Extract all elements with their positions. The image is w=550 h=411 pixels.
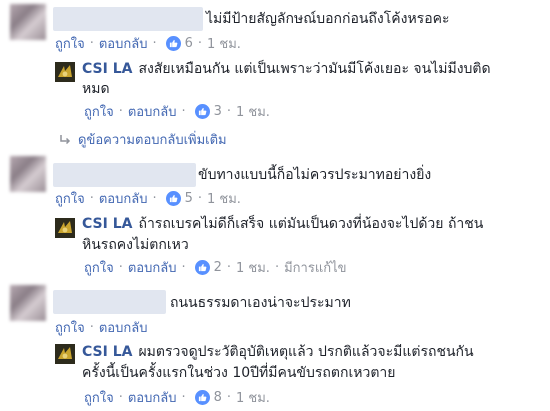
separator: · (181, 259, 186, 275)
separator: · (152, 190, 157, 206)
commenter-avatar[interactable] (10, 285, 46, 321)
comment-actions: ถูกใจ · ตอบกลับ · 6 · 1 ชม. (55, 34, 241, 52)
reply-text-line1: สงสัยเหมือนกัน แต่เป็นเพราะว่ามันมีโค้งเ… (138, 61, 491, 77)
separator: · (181, 103, 186, 119)
reply-link[interactable]: ตอบกลับ (128, 257, 177, 278)
reply-actions: ถูกใจ · ตอบกลับ · 2 · 1 ชม. · มีการแก้ไข (84, 258, 347, 276)
separator: · (152, 35, 157, 51)
reply-text-line2: หมด (82, 81, 110, 97)
separator: · (226, 389, 232, 405)
reply-text-line2: หินรถคงไม่ตกเหว (82, 237, 189, 253)
reply-link[interactable]: ตอบกลับ (99, 33, 148, 54)
separator: · (226, 259, 232, 275)
like-link[interactable]: ถูกใจ (84, 101, 114, 122)
edited-link[interactable]: มีการแก้ไข (284, 257, 346, 278)
comment-actions: ถูกใจ · ตอบกลับ (55, 318, 147, 336)
like-link[interactable]: ถูกใจ (55, 188, 85, 209)
like-count-badge[interactable]: 8 (194, 389, 222, 405)
separator: · (118, 389, 123, 405)
like-count-badge[interactable]: 5 (165, 190, 193, 206)
reply-link[interactable]: ตอบกลับ (99, 317, 148, 338)
thumbs-up-icon (165, 190, 181, 206)
csi-la-avatar[interactable] (55, 218, 75, 238)
separator: · (274, 259, 280, 275)
timestamp[interactable]: 1 ชม. (236, 257, 270, 278)
reply-author[interactable]: CSI LA (82, 61, 132, 77)
reply-text-line1: ผมตรวจดูประวัติอุบัติเหตุแล้ว ปรกติแล้วจ… (138, 344, 474, 360)
like-count-badge[interactable]: 2 (194, 259, 222, 275)
reply-text: CSI LA สงสัยเหมือนกัน แต่เป็นเพราะว่ามันม… (82, 59, 491, 79)
csi-la-avatar[interactable] (55, 62, 75, 82)
separator: · (118, 103, 123, 119)
comment-text: ไม่มีป้ายสัญลักษณ์บอกก่อนถึงโค้งหรอคะ (206, 11, 450, 27)
thumbs-up-icon (194, 259, 210, 275)
reply-author[interactable]: CSI LA (82, 216, 132, 232)
like-count: 3 (213, 103, 222, 119)
reply-actions: ถูกใจ · ตอบกลับ · 3 · 1 ชม. (84, 102, 270, 120)
reply-text: CSI LA ถ้ารถเบรคไม่ดีก็เสร็จ แต่มันเป็นดว… (82, 214, 483, 234)
separator: · (181, 389, 186, 405)
separator: · (197, 190, 203, 206)
timestamp[interactable]: 1 ชม. (236, 101, 270, 122)
reply-author[interactable]: CSI LA (82, 344, 132, 360)
separator: · (226, 103, 232, 119)
reply-link[interactable]: ตอบกลับ (128, 101, 177, 122)
view-more-replies-link[interactable]: ดูข้อความตอบกลับเพิ่มเติม (58, 129, 227, 150)
reply-text-line1: ถ้ารถเบรคไม่ดีก็เสร็จ แต่มันเป็นดวงที่น้… (138, 216, 484, 232)
thumbs-up-icon (194, 389, 210, 405)
comment-text: ถนนธรรมดาเองน่าจะประมาท (170, 295, 351, 311)
like-count: 2 (213, 259, 222, 275)
separator: · (89, 319, 94, 335)
comment-text: ขับทางแบบนี้ก็อไม่ควรประมาทอย่างยิ่ง (198, 167, 432, 183)
reply-arrow-icon (60, 134, 71, 144)
like-count-badge[interactable]: 6 (165, 35, 193, 51)
like-link[interactable]: ถูกใจ (55, 317, 85, 338)
like-count-badge[interactable]: 3 (194, 103, 222, 119)
timestamp[interactable]: 1 ชม. (207, 188, 241, 209)
commenter-avatar[interactable] (10, 4, 46, 40)
like-count: 6 (184, 35, 193, 51)
reply-text-line2: ครั้งนี้เป็นครั้งแรกในช่วง 10ปีที่มีคนขั… (82, 365, 396, 381)
separator: · (197, 35, 203, 51)
reply-actions: ถูกใจ · ตอบกลับ · 8 · 1 ชม. (84, 388, 270, 406)
separator: · (118, 259, 123, 275)
like-link[interactable]: ถูกใจ (55, 33, 85, 54)
reply-text: CSI LA ผมตรวจดูประวัติอุบัติเหตุแล้ว ปรกต… (82, 342, 474, 362)
separator: · (89, 190, 94, 206)
timestamp[interactable]: 1 ชม. (236, 387, 270, 408)
like-count: 5 (184, 190, 193, 206)
view-more-replies-label: ดูข้อความตอบกลับเพิ่มเติม (78, 133, 227, 148)
commenter-avatar[interactable] (10, 156, 46, 192)
csi-la-avatar[interactable] (55, 344, 75, 364)
reply-link[interactable]: ตอบกลับ (99, 188, 148, 209)
like-count: 8 (213, 389, 222, 405)
like-link[interactable]: ถูกใจ (84, 387, 114, 408)
commenter-name-redacted[interactable] (53, 290, 166, 314)
commenter-name-redacted[interactable] (53, 7, 203, 31)
comment-actions: ถูกใจ · ตอบกลับ · 5 · 1 ชม. (55, 189, 241, 207)
reply-link[interactable]: ตอบกลับ (128, 387, 177, 408)
like-link[interactable]: ถูกใจ (84, 257, 114, 278)
thumbs-up-icon (194, 103, 210, 119)
commenter-name-redacted[interactable] (53, 163, 196, 187)
timestamp[interactable]: 1 ชม. (207, 33, 241, 54)
separator: · (89, 35, 94, 51)
thumbs-up-icon (165, 35, 181, 51)
